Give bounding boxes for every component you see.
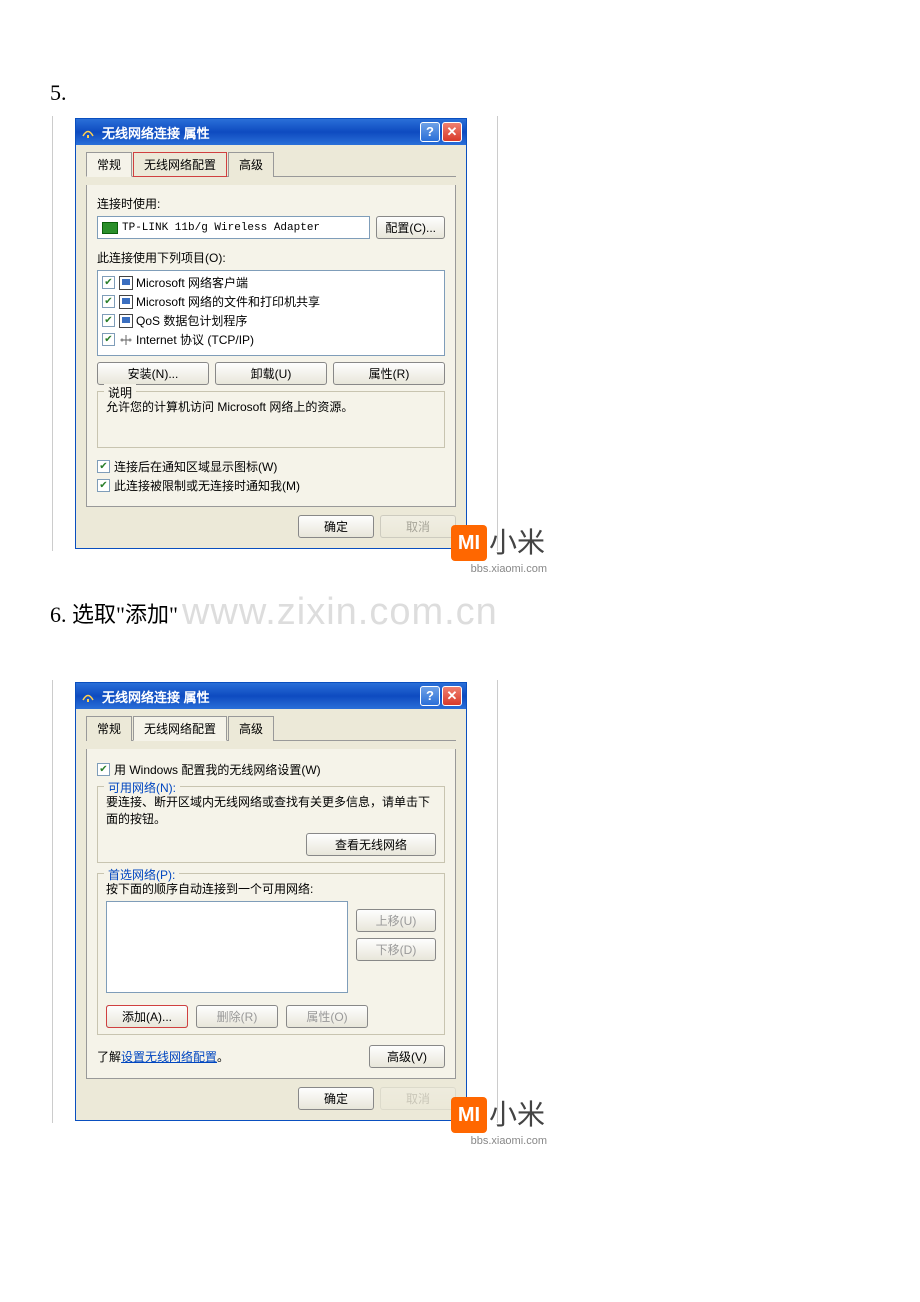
- watermark-logo: MI 小米: [451, 521, 545, 561]
- list-item[interactable]: ✔Microsoft 网络的文件和打印机共享: [100, 292, 442, 311]
- service-icon: [119, 295, 133, 309]
- checkbox-icon[interactable]: ✔: [102, 314, 115, 327]
- components-listbox[interactable]: ✔Microsoft 网络客户端 ✔Microsoft 网络的文件和打印机共享 …: [97, 270, 445, 356]
- close-button[interactable]: ✕: [442, 122, 462, 142]
- dialog-title: 无线网络连接 属性: [102, 123, 418, 142]
- available-networks-group: 可用网络(N): 要连接、断开区域内无线网络或查找有关更多信息，请单击下面的按钮…: [97, 786, 445, 863]
- checkbox-icon[interactable]: ✔: [102, 276, 115, 289]
- adapter-field: TP-LINK 11b/g Wireless Adapter: [97, 216, 370, 239]
- tab-general[interactable]: 常规: [86, 152, 132, 177]
- watermark-url: bbs.xiaomi.com: [471, 1135, 547, 1147]
- description-text: 允许您的计算机访问 Microsoft 网络上的资源。: [106, 398, 436, 415]
- uses-items-label: 此连接使用下列项目(O):: [97, 249, 445, 266]
- mi-logo-icon: MI: [451, 1097, 487, 1133]
- mi-logo-text: 小米: [489, 1093, 545, 1133]
- help-button[interactable]: ?: [420, 686, 440, 706]
- description-legend: 说明: [104, 384, 136, 401]
- step-6-text: 6. 选取"添加": [50, 597, 178, 629]
- properties-button[interactable]: 属性(R): [333, 362, 445, 385]
- titlebar[interactable]: 无线网络连接 属性 ? ✕: [76, 119, 466, 145]
- list-item[interactable]: ✔QoS 数据包计划程序: [100, 311, 442, 330]
- list-item[interactable]: ✔Microsoft 网络客户端: [100, 273, 442, 292]
- uninstall-button[interactable]: 卸载(U): [215, 362, 327, 385]
- available-text: 要连接、断开区域内无线网络或查找有关更多信息，请单击下面的按钮。: [106, 793, 436, 827]
- cancel-button[interactable]: 取消: [380, 1087, 456, 1110]
- preferred-legend: 首选网络(P):: [104, 866, 179, 883]
- mi-logo-icon: MI: [451, 525, 487, 561]
- watermark-url: bbs.xiaomi.com: [471, 563, 547, 575]
- screenshot-6-frame: 无线网络连接 属性 ? ✕ 常规 无线网络配置 高级 ✔用 Windows 配置…: [52, 680, 498, 1123]
- dialog-footer: 确定 取消: [86, 1079, 456, 1110]
- titlebar[interactable]: 无线网络连接 属性 ? ✕: [76, 683, 466, 709]
- screenshot-5-frame: 无线网络连接 属性 ? ✕ 常规 无线网络配置 高级 连接时使用: TP-LIN…: [52, 116, 498, 551]
- close-button[interactable]: ✕: [442, 686, 462, 706]
- learn-link[interactable]: 设置无线网络配置: [121, 1050, 217, 1064]
- tabpanel-wireless: ✔用 Windows 配置我的无线网络设置(W) 可用网络(N): 要连接、断开…: [86, 749, 456, 1079]
- notify-checkbox-row[interactable]: ✔此连接被限制或无连接时通知我(M): [97, 477, 445, 494]
- dialog-title: 无线网络连接 属性: [102, 687, 418, 706]
- ok-button[interactable]: 确定: [298, 515, 374, 538]
- checkbox-icon[interactable]: ✔: [97, 479, 110, 492]
- use-windows-checkbox-row[interactable]: ✔用 Windows 配置我的无线网络设置(W): [97, 761, 445, 778]
- tab-advanced[interactable]: 高级: [228, 152, 274, 177]
- moveup-button: 上移(U): [356, 909, 436, 932]
- properties-dialog-2: 无线网络连接 属性 ? ✕ 常规 无线网络配置 高级 ✔用 Windows 配置…: [75, 682, 467, 1121]
- movedown-button: 下移(D): [356, 938, 436, 961]
- step-5-number: 5.: [50, 80, 870, 106]
- help-button[interactable]: ?: [420, 122, 440, 142]
- service-icon: [119, 314, 133, 328]
- net-properties-button: 属性(O): [286, 1005, 368, 1028]
- checkbox-icon[interactable]: ✔: [102, 295, 115, 308]
- adapter-name: TP-LINK 11b/g Wireless Adapter: [122, 222, 320, 234]
- tab-general[interactable]: 常规: [86, 716, 132, 741]
- mi-logo-text: 小米: [489, 521, 545, 561]
- tab-advanced[interactable]: 高级: [228, 716, 274, 741]
- add-button[interactable]: 添加(A)...: [106, 1005, 188, 1028]
- tab-strip: 常规 无线网络配置 高级: [86, 151, 456, 177]
- tabpanel-general: 连接时使用: TP-LINK 11b/g Wireless Adapter 配置…: [86, 185, 456, 507]
- advanced-button[interactable]: 高级(V): [369, 1045, 445, 1068]
- tab-strip: 常规 无线网络配置 高级: [86, 715, 456, 741]
- cancel-button[interactable]: 取消: [380, 515, 456, 538]
- description-group: 说明 允许您的计算机访问 Microsoft 网络上的资源。: [97, 391, 445, 448]
- checkbox-icon[interactable]: ✔: [102, 333, 115, 346]
- install-button[interactable]: 安装(N)...: [97, 362, 209, 385]
- watermark-text: www.zixin.com.cn: [182, 591, 498, 634]
- learn-text: 了解设置无线网络配置。: [97, 1048, 229, 1065]
- protocol-icon: [119, 333, 133, 347]
- configure-button[interactable]: 配置(C)...: [376, 216, 445, 239]
- wireless-icon: [80, 688, 96, 704]
- ok-button[interactable]: 确定: [298, 1087, 374, 1110]
- tab-wireless[interactable]: 无线网络配置: [133, 152, 227, 177]
- list-item[interactable]: ✔Internet 协议 (TCP/IP): [100, 330, 442, 349]
- nic-icon: [102, 222, 118, 234]
- connect-using-label: 连接时使用:: [97, 195, 445, 212]
- dialog-footer: 确定 取消: [86, 507, 456, 538]
- preferred-networks-group: 首选网络(P): 按下面的顺序自动连接到一个可用网络: 上移(U) 下移(D): [97, 873, 445, 1035]
- checkbox-icon[interactable]: ✔: [97, 763, 110, 776]
- properties-dialog-1: 无线网络连接 属性 ? ✕ 常规 无线网络配置 高级 连接时使用: TP-LIN…: [75, 118, 467, 549]
- show-icon-checkbox-row[interactable]: ✔连接后在通知区域显示图标(W): [97, 458, 445, 475]
- tab-wireless[interactable]: 无线网络配置: [133, 716, 227, 741]
- available-legend: 可用网络(N):: [104, 779, 180, 796]
- view-networks-button[interactable]: 查看无线网络: [306, 833, 436, 856]
- remove-button: 删除(R): [196, 1005, 278, 1028]
- watermark-logo: MI 小米: [451, 1093, 545, 1133]
- checkbox-icon[interactable]: ✔: [97, 460, 110, 473]
- preferred-listbox[interactable]: [106, 901, 348, 993]
- wireless-icon: [80, 124, 96, 140]
- client-icon: [119, 276, 133, 290]
